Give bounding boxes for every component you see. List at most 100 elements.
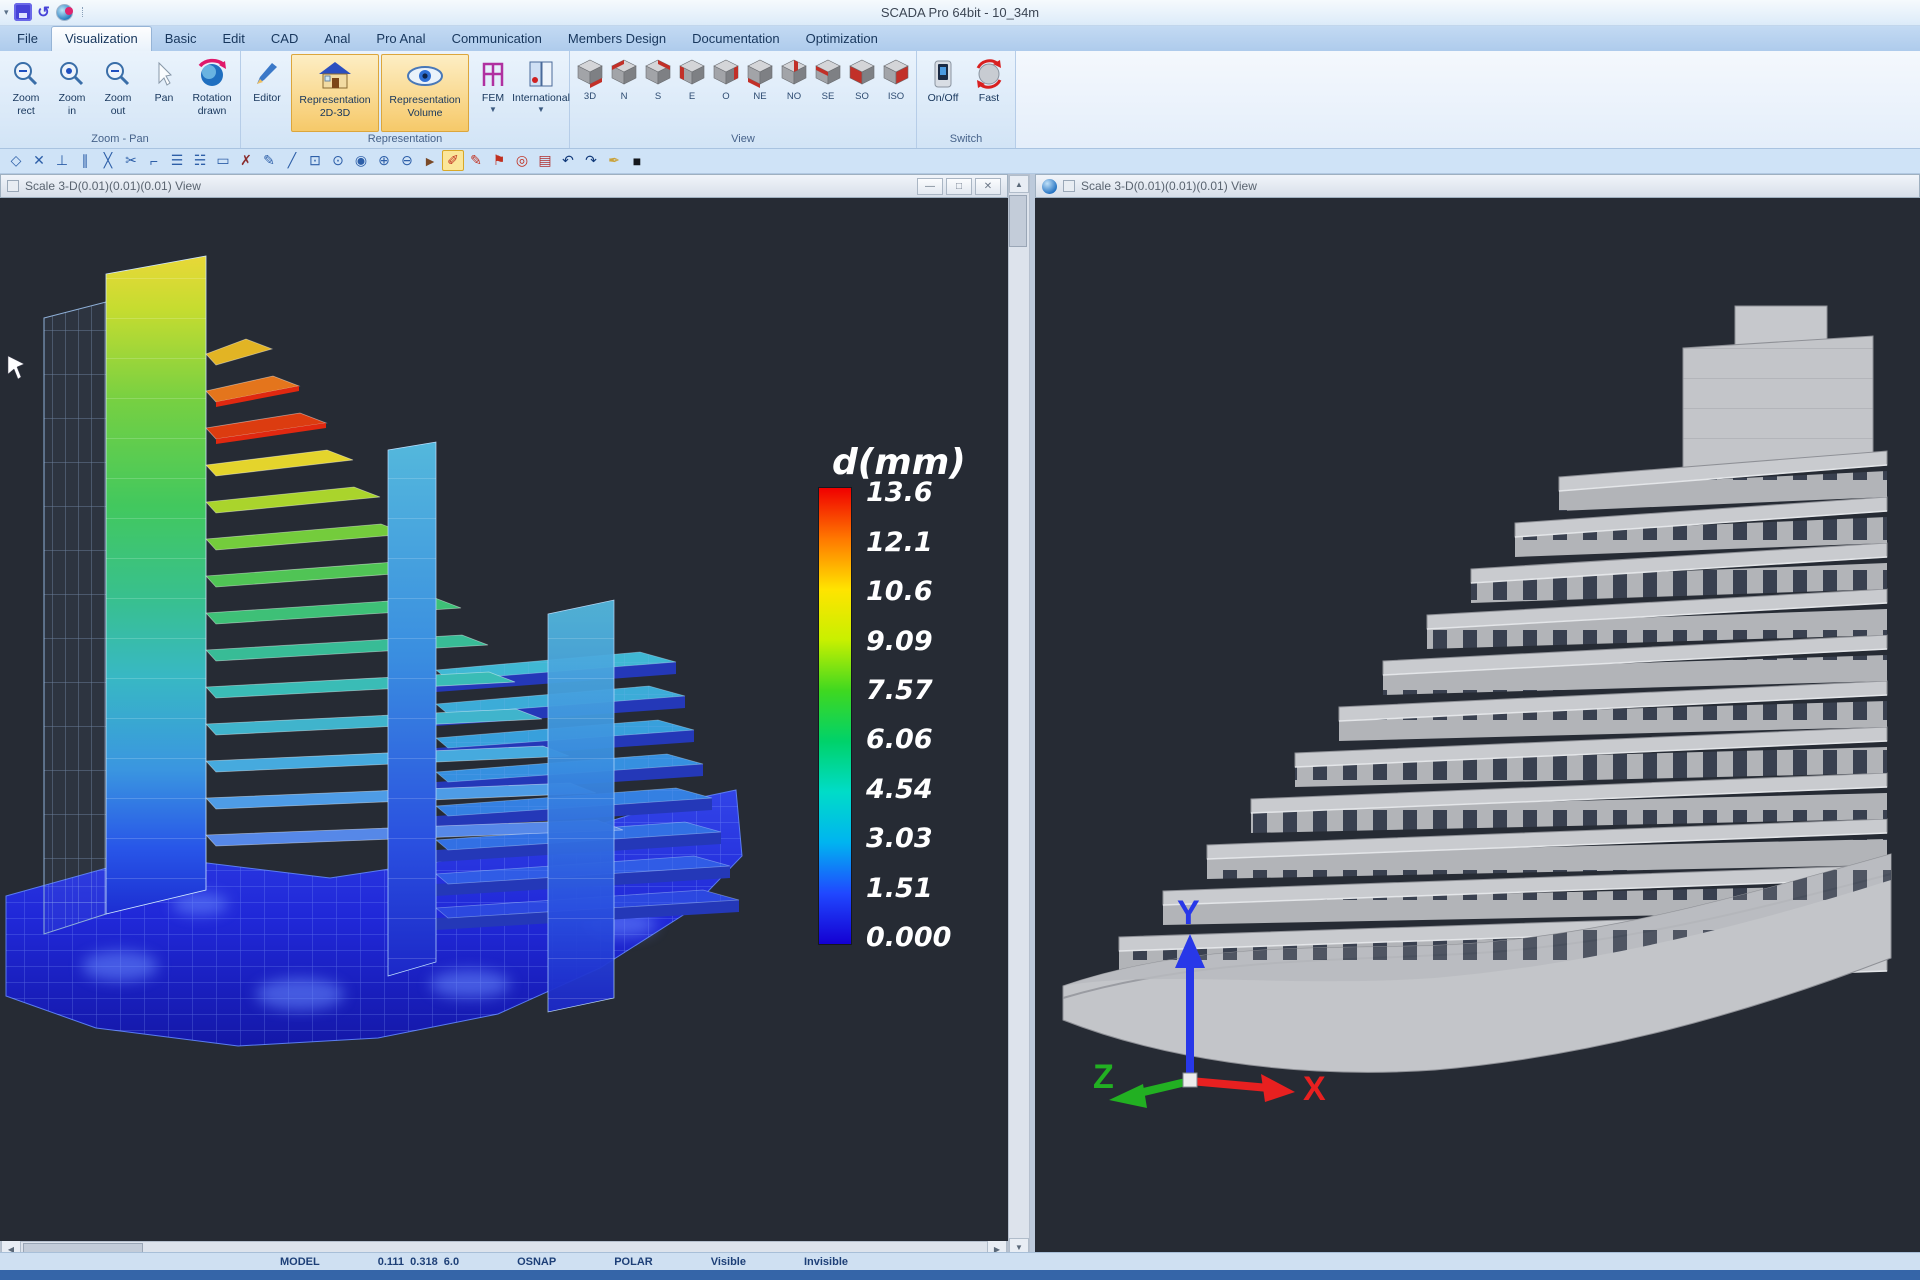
representation-2d3d-button[interactable]: Representation 2D-3D: [291, 54, 379, 131]
rotate-right-icon[interactable]: ↷: [580, 150, 602, 171]
tab-documentation[interactable]: Documentation: [679, 27, 792, 51]
scroll-up-icon[interactable]: ▲: [1009, 175, 1029, 193]
status-item[interactable]: 0.111 0.318 6.0: [378, 1256, 459, 1268]
status-item[interactable]: Invisible: [804, 1256, 848, 1268]
switch-icon: [930, 56, 956, 92]
stop-icon[interactable]: ■: [626, 150, 648, 171]
drawing-toolbar: ◇✕⊥∥╳✂⌐☰☵▭✗✎╱⊡⊙◉⊕⊖►✐✎⚑◎▤↶↷✒■: [0, 149, 1920, 175]
pointer-icon: [150, 56, 178, 92]
tab-basic[interactable]: Basic: [152, 27, 210, 51]
view-cube-s[interactable]: S: [641, 53, 675, 132]
target-icon[interactable]: ◎: [511, 150, 533, 171]
onoff-button[interactable]: On/Off: [920, 53, 966, 132]
view-cube-se[interactable]: SE: [811, 53, 845, 132]
house-icon: [317, 58, 353, 94]
legend-value: 9.09: [866, 626, 951, 657]
zoom-in-icon[interactable]: ⊕: [373, 150, 395, 171]
ribbon: Zoom rect Zoom in Zoom out: [0, 51, 1920, 148]
tab-optimization[interactable]: Optimization: [793, 27, 891, 51]
view-cube-icon: [744, 57, 776, 91]
delete-icon[interactable]: ✕: [28, 150, 50, 171]
erase-icon[interactable]: ✗: [235, 150, 257, 171]
flag-icon[interactable]: ⚑: [488, 150, 510, 171]
brush-icon[interactable]: ✒: [603, 150, 625, 171]
view-cube-label: N: [621, 91, 628, 102]
viewport-right-titlebar[interactable]: Scale 3-D(0.01)(0.01)(0.01) View: [1035, 174, 1920, 198]
notebook-icon[interactable]: ▤: [534, 150, 556, 171]
right-canvas[interactable]: Y X Z: [1035, 198, 1920, 1252]
status-item[interactable]: OSNAP: [517, 1256, 556, 1268]
view-cube-so[interactable]: SO: [845, 53, 879, 132]
zoom-out-icon[interactable]: ⊖: [396, 150, 418, 171]
parallel-icon[interactable]: ∥: [74, 150, 96, 171]
view-cube-icon: [778, 57, 810, 91]
region-icon[interactable]: ▭: [212, 150, 234, 171]
axis-x-label: X: [1303, 1070, 1326, 1108]
tab-communication[interactable]: Communication: [439, 27, 555, 51]
zoom-dynamic-icon[interactable]: ◉: [350, 150, 372, 171]
intersect-icon[interactable]: ╳: [97, 150, 119, 171]
viewport-left: Scale 3-D(0.01)(0.01)(0.01) View — □ ✕: [0, 174, 1008, 1257]
pencil-icon: [252, 56, 282, 92]
tab-pro-anal[interactable]: Pro Anal: [363, 27, 438, 51]
line-icon[interactable]: ╱: [281, 150, 303, 171]
zoom-in-button[interactable]: Zoom in: [49, 53, 95, 132]
window-title: SCADA Pro 64bit - 10_34m: [0, 5, 1920, 20]
fem-button[interactable]: FEM ▼: [470, 53, 516, 132]
legend-value: 0.000: [866, 922, 951, 953]
scroll-thumb[interactable]: [1009, 195, 1027, 247]
restore-button[interactable]: □: [946, 178, 972, 195]
vertical-scrollbar[interactable]: ▲ ▼: [1008, 174, 1030, 1257]
trim-icon[interactable]: ✂: [120, 150, 142, 171]
view-cube-ne[interactable]: NE: [743, 53, 777, 132]
rotate-left-icon[interactable]: ↶: [557, 150, 579, 171]
view-cube-n[interactable]: N: [607, 53, 641, 132]
editor-button[interactable]: Editor: [244, 53, 290, 132]
taskbar-strip: [0, 1270, 1920, 1280]
cursor-arrow: [8, 356, 24, 379]
ribbon-tab-bar: FileVisualizationBasicEditCADAnalPro Ana…: [0, 26, 1920, 52]
view-cube-e[interactable]: E: [675, 53, 709, 132]
rotate-globe-icon: [196, 56, 228, 92]
view-cube-no[interactable]: NO: [777, 53, 811, 132]
polygon-icon[interactable]: ◇: [5, 150, 27, 171]
view-cube-o[interactable]: O: [709, 53, 743, 132]
fem-frame-icon: [478, 56, 508, 92]
tab-file[interactable]: File: [4, 27, 51, 51]
tab-cad[interactable]: CAD: [258, 27, 311, 51]
view-cube-icon: [880, 57, 912, 91]
left-canvas[interactable]: d(mm) 13.612.110.69.097.576.064.543.031.…: [0, 198, 1008, 1241]
zoom-previous-icon[interactable]: ⊙: [327, 150, 349, 171]
tab-visualization[interactable]: Visualization: [51, 26, 152, 51]
close-button[interactable]: ✕: [975, 178, 1001, 195]
redline-icon[interactable]: ✐: [442, 150, 464, 171]
status-item[interactable]: MODEL: [280, 1256, 320, 1268]
align-top-icon[interactable]: ☰: [166, 150, 188, 171]
fast-button[interactable]: Fast: [966, 53, 1012, 132]
workspace: Scale 3-D(0.01)(0.01)(0.01) View — □ ✕: [0, 174, 1920, 1252]
view-cube-iso[interactable]: ISO: [879, 53, 913, 132]
sketch-icon[interactable]: ✎: [258, 150, 280, 171]
international-button[interactable]: International ▼: [516, 53, 566, 132]
representation-volume-button[interactable]: Representation Volume: [381, 54, 469, 131]
minimize-button[interactable]: —: [917, 178, 943, 195]
rotation-button[interactable]: Rotation drawn: [187, 53, 237, 132]
viewport-left-titlebar[interactable]: Scale 3-D(0.01)(0.01)(0.01) View — □ ✕: [0, 174, 1008, 198]
view-cube-label: 3D: [584, 91, 596, 102]
zoom-out-button[interactable]: Zoom out: [95, 53, 141, 132]
zoom-rect-button[interactable]: Zoom rect: [3, 53, 49, 132]
pan-button[interactable]: Pan: [141, 53, 187, 132]
align-mid-icon[interactable]: ☵: [189, 150, 211, 171]
pen-red-icon[interactable]: ✎: [465, 150, 487, 171]
panel-icon: [526, 56, 556, 92]
status-item[interactable]: POLAR: [614, 1256, 653, 1268]
plumb-icon[interactable]: ⊥: [51, 150, 73, 171]
tab-members-design[interactable]: Members Design: [555, 27, 679, 51]
corner-icon[interactable]: ⌐: [143, 150, 165, 171]
tab-anal[interactable]: Anal: [311, 27, 363, 51]
status-item[interactable]: Visible: [711, 1256, 746, 1268]
view-cube-3d[interactable]: 3D: [573, 53, 607, 132]
tab-edit[interactable]: Edit: [210, 27, 258, 51]
zoom-window-icon[interactable]: ⊡: [304, 150, 326, 171]
select-icon[interactable]: ►: [419, 150, 441, 171]
